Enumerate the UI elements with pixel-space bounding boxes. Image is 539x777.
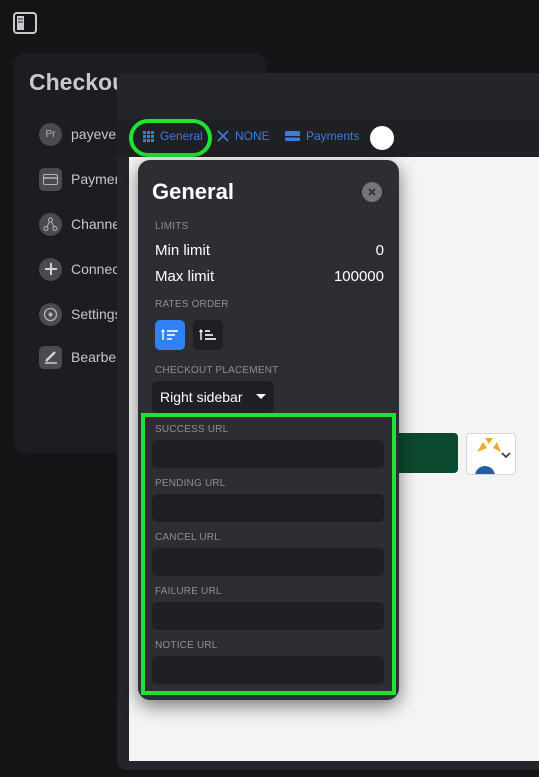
max-limit-value[interactable]: 100000	[334, 268, 384, 285]
min-limit-label: Min limit	[155, 242, 210, 259]
settings-icon	[39, 302, 62, 326]
checkout-placement-label: CHECKOUT PLACEMENT	[155, 365, 279, 376]
payment-select[interactable]	[466, 433, 516, 475]
close-icon	[217, 130, 229, 142]
plus-icon	[39, 257, 62, 281]
highlight-general-tab	[129, 119, 212, 157]
color-picker-button[interactable]	[370, 126, 394, 150]
tab-payments-label: Payments	[306, 129, 360, 143]
highlight-url-section	[141, 413, 396, 695]
sort-descending-icon	[199, 329, 216, 340]
tab-none[interactable]: NONE	[217, 129, 270, 143]
card-icon	[285, 131, 300, 141]
close-panel-button[interactable]	[362, 182, 382, 202]
tab-none-label: NONE	[235, 129, 270, 143]
min-limit-row[interactable]: Min limit 0	[155, 242, 384, 259]
sidebar-item-payment[interactable]: Payment	[39, 166, 126, 192]
close-icon	[368, 188, 376, 196]
chevron-down-icon	[256, 394, 266, 399]
channels-icon	[39, 212, 62, 236]
max-limit-row[interactable]: Max limit 100000	[155, 268, 384, 285]
max-limit-label: Max limit	[155, 268, 215, 285]
sidebar-item-settings[interactable]: Settings	[39, 301, 122, 327]
rates-order-label: RATES ORDER	[155, 299, 229, 310]
checkout-placement-select[interactable]: Right sidebar	[152, 381, 274, 413]
sidebar-item-label: Settings	[71, 306, 122, 322]
card-icon	[39, 167, 62, 191]
min-limit-value[interactable]: 0	[376, 242, 384, 259]
sidebar-item-label: payever	[71, 126, 121, 142]
tab-payments[interactable]: Payments	[285, 129, 359, 143]
payment-provider-logo	[475, 438, 501, 474]
sidebar-toggle-icon[interactable]	[13, 12, 37, 34]
sort-ascending-button[interactable]	[155, 320, 185, 350]
panel-title: General	[152, 179, 234, 204]
checkout-placement-value: Right sidebar	[160, 389, 243, 405]
sidebar-item-connect[interactable]: Connect	[39, 256, 123, 282]
avatar: Pr	[39, 122, 62, 146]
limits-section-label: LIMITS	[155, 221, 189, 232]
sidebar-item-payever[interactable]: Pr payever	[39, 121, 121, 147]
sort-descending-button[interactable]	[193, 320, 223, 350]
edit-icon	[39, 345, 62, 369]
chevron-down-icon	[501, 452, 511, 459]
sidebar-item-label: Connect	[71, 261, 124, 277]
sort-ascending-icon	[161, 329, 178, 340]
